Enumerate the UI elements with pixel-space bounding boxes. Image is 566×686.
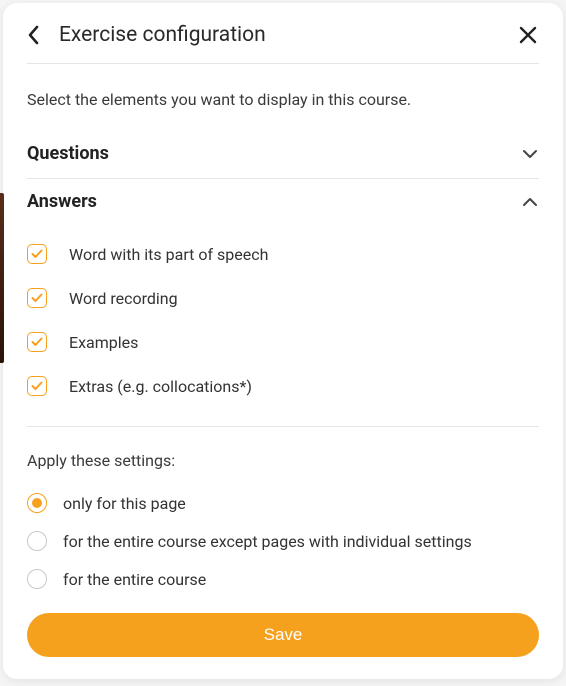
apply-options: only for this page for the entire course… (27, 484, 539, 607)
close-icon (519, 26, 537, 44)
accordion-questions[interactable]: Questions (27, 131, 539, 178)
answers-options: Word with its part of speech Word record… (27, 226, 539, 426)
exercise-config-sheet: Exercise configuration Select the elemen… (3, 3, 563, 679)
apply-settings-title: Apply these settings: (27, 427, 539, 484)
option-label: Extras (e.g. collocations*) (69, 377, 252, 396)
radio-label: only for this page (63, 494, 186, 513)
apply-option-page[interactable]: only for this page (27, 484, 539, 522)
option-word-recording[interactable]: Word recording (27, 276, 539, 320)
radio[interactable] (27, 493, 47, 513)
accordion-title: Answers (27, 191, 97, 212)
option-label: Word recording (69, 289, 178, 308)
accordion-title: Questions (27, 143, 109, 164)
checkbox[interactable] (27, 376, 47, 396)
sheet-footer: Save (3, 607, 563, 679)
back-button[interactable] (23, 24, 45, 46)
chevron-up-icon (521, 193, 539, 211)
option-label: Word with its part of speech (69, 245, 268, 264)
radio-label: for the entire course except pages with … (63, 532, 472, 551)
check-icon (31, 249, 43, 259)
apply-option-course[interactable]: for the entire course (27, 560, 539, 598)
sheet-content: Select the elements you want to display … (3, 64, 563, 607)
radio-label: for the entire course (63, 570, 206, 589)
check-icon (31, 337, 43, 347)
checkbox[interactable] (27, 288, 47, 308)
radio[interactable] (27, 569, 47, 589)
check-icon (31, 381, 43, 391)
apply-option-course-except[interactable]: for the entire course except pages with … (27, 522, 539, 560)
save-button[interactable]: Save (27, 613, 539, 657)
sheet-title: Exercise configuration (59, 23, 503, 47)
check-icon (31, 293, 43, 303)
sheet-header: Exercise configuration (3, 3, 563, 63)
checkbox[interactable] (27, 332, 47, 352)
close-button[interactable] (517, 24, 539, 46)
chevron-left-icon (27, 25, 41, 45)
option-label: Examples (69, 333, 138, 352)
intro-text: Select the elements you want to display … (27, 64, 539, 131)
checkbox[interactable] (27, 244, 47, 264)
accordion-answers[interactable]: Answers (27, 179, 539, 226)
option-examples[interactable]: Examples (27, 320, 539, 364)
radio[interactable] (27, 531, 47, 551)
chevron-down-icon (521, 145, 539, 163)
option-extras[interactable]: Extras (e.g. collocations*) (27, 364, 539, 408)
option-word-pos[interactable]: Word with its part of speech (27, 232, 539, 276)
